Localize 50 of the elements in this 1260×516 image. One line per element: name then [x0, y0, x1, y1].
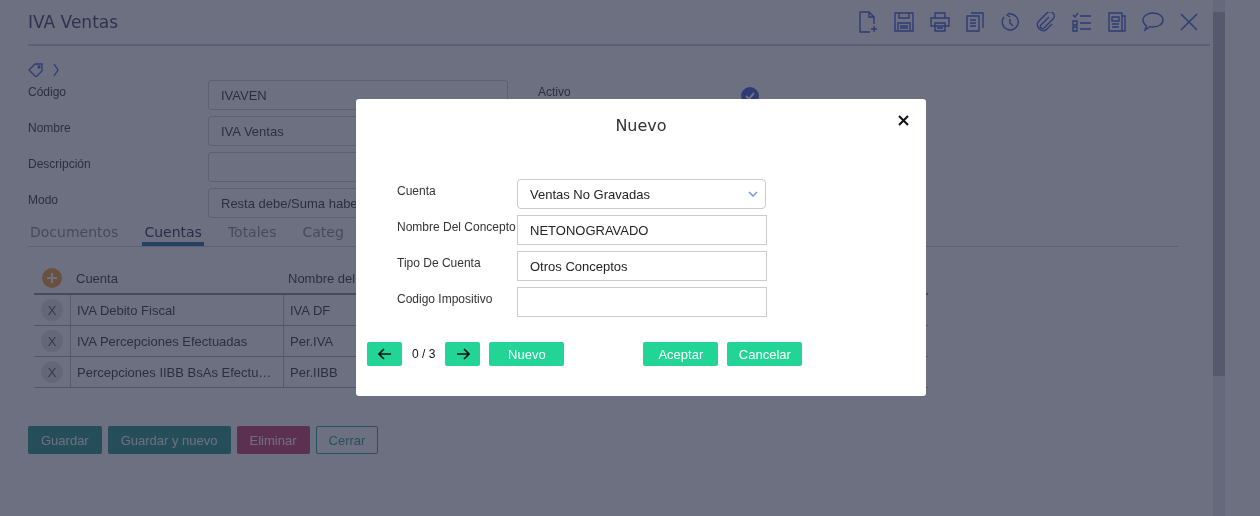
close-icon[interactable]: [898, 115, 909, 126]
paperclip-icon[interactable]: [1036, 12, 1056, 32]
action-button[interactable]: Eliminar: [236, 426, 310, 454]
column-header: Nombre del: [288, 270, 356, 286]
arrow-left-icon: [377, 348, 392, 360]
add-icon[interactable]: [42, 268, 62, 288]
record-counter: 0 / 3: [412, 347, 436, 361]
dialog-button[interactable]: Cancelar: [727, 342, 803, 366]
action-button[interactable]: Cerrar: [315, 426, 379, 454]
save-icon[interactable]: [894, 12, 914, 32]
table-cell: Per.IVA: [290, 333, 334, 349]
arrow-right-icon: [455, 348, 470, 360]
print-icon[interactable]: [930, 12, 950, 32]
column-header: Cuenta: [76, 270, 118, 286]
chevron-down-icon[interactable]: [748, 191, 758, 197]
table-cell: Percepciones IIBB BsAs Efectu…: [77, 364, 272, 380]
document-icon[interactable]: [1108, 12, 1126, 32]
comment-icon[interactable]: [1142, 12, 1164, 32]
field-label: Nombre Del Concepto: [397, 219, 517, 234]
field-label: Modo: [28, 192, 60, 207]
new-button[interactable]: Nuevo: [489, 342, 565, 366]
tag-icon[interactable]: [28, 63, 44, 77]
field-label: Descripción: [28, 156, 92, 171]
select-field[interactable]: Ventas No Gravadas: [517, 179, 766, 209]
action-button[interactable]: Guardar y nuevo: [107, 426, 231, 454]
checklist-icon[interactable]: [1072, 12, 1092, 32]
field-label: Activo: [538, 85, 571, 99]
history-icon[interactable]: [1000, 12, 1020, 32]
field-label: Cuenta: [397, 183, 437, 198]
table-cell: Per.IIBB: [290, 364, 338, 380]
dialog-button[interactable]: Aceptar: [643, 342, 719, 366]
table-cell: IVA Debito Fiscal: [77, 302, 176, 318]
page-title: IVA Ventas: [28, 12, 119, 32]
table-cell: IVA Percepciones Efectuadas: [77, 333, 248, 349]
input-field[interactable]: Otros Conceptos: [517, 251, 767, 281]
table-cell: IVA DF: [290, 302, 331, 318]
copy-icon[interactable]: [966, 12, 984, 32]
field-label: Tipo De Cuenta: [397, 255, 482, 270]
action-button[interactable]: Guardar: [28, 426, 102, 454]
dialog-title: Nuevo: [615, 116, 667, 135]
field-label: Nombre: [28, 120, 72, 135]
new-document-icon[interactable]: [858, 11, 878, 33]
previous-button[interactable]: [367, 342, 402, 366]
input-field[interactable]: NETONOGRAVADO: [517, 215, 767, 245]
input-field[interactable]: [517, 287, 767, 317]
tab[interactable]: Cuentas: [142, 224, 204, 246]
chevron-right-icon[interactable]: [53, 63, 59, 77]
field-label: Código: [28, 84, 68, 99]
field-label: Codigo Impositivo: [397, 291, 494, 306]
next-button[interactable]: [445, 342, 481, 366]
